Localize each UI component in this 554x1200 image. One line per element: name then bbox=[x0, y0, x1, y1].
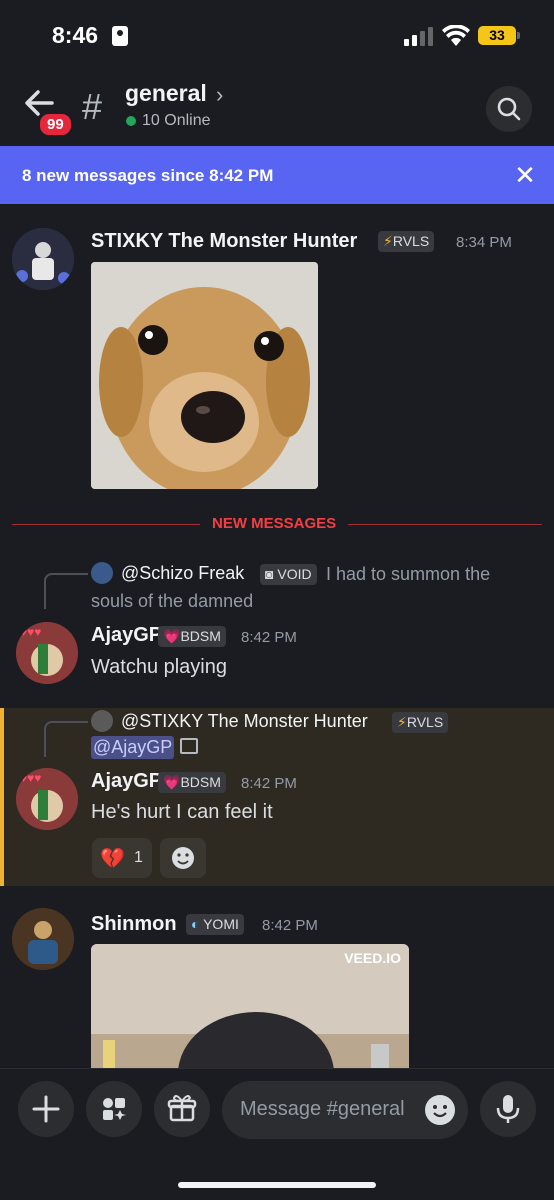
lightning-icon: ⚡ bbox=[397, 714, 407, 730]
video-attachment[interactable]: VEED.IO bbox=[91, 944, 409, 1068]
smiley-icon bbox=[172, 847, 194, 869]
status-bar: 8:46 33 bbox=[0, 0, 554, 70]
avatar[interactable] bbox=[12, 228, 74, 290]
gift-icon bbox=[167, 1095, 197, 1122]
message-timestamp: 8:42 PM bbox=[262, 917, 318, 934]
role-tag: ⚡RVLS bbox=[378, 231, 435, 252]
reply-preview[interactable]: I had to summon the bbox=[326, 564, 490, 585]
image-icon bbox=[180, 738, 198, 754]
message-input-placeholder: Message #general bbox=[240, 1098, 405, 1120]
wifi-icon bbox=[442, 25, 470, 46]
avatar[interactable]: ♥♥♥ bbox=[16, 768, 78, 830]
reaction-broken-heart[interactable]: 💔 1 bbox=[92, 838, 152, 878]
add-reaction-button[interactable] bbox=[160, 838, 206, 878]
role-icon: ◙ bbox=[265, 566, 278, 582]
heart-icon: 💗 bbox=[163, 628, 181, 644]
role-tag: 💗BDSM bbox=[158, 626, 226, 647]
apps-button[interactable] bbox=[86, 1081, 142, 1137]
message-timestamp: 8:34 PM bbox=[456, 234, 512, 251]
moon-icon: ◐ bbox=[191, 916, 204, 932]
reply-avatar bbox=[91, 562, 113, 584]
lightning-icon: ⚡ bbox=[383, 233, 393, 249]
composer-bar: Message #general bbox=[0, 1068, 554, 1200]
mention-pill[interactable]: @AjayGP bbox=[91, 736, 175, 759]
home-indicator bbox=[178, 1182, 376, 1188]
reply-author[interactable]: @STIXKY The Monster Hunter bbox=[121, 711, 368, 732]
role-tag: 💗BDSM bbox=[158, 772, 226, 793]
plus-icon bbox=[32, 1095, 60, 1123]
cellular-signal-icon bbox=[404, 26, 434, 46]
voice-message-button[interactable] bbox=[480, 1081, 536, 1137]
reply-preview-continued[interactable]: souls of the damned bbox=[91, 591, 253, 612]
search-button[interactable] bbox=[486, 86, 532, 132]
close-icon[interactable]: ✕ bbox=[510, 160, 540, 190]
svg-text:♥♥♥: ♥♥♥ bbox=[20, 625, 41, 639]
search-icon bbox=[497, 97, 521, 121]
microphone-icon bbox=[496, 1095, 520, 1123]
video-watermark: VEED.IO bbox=[344, 950, 401, 966]
avatar[interactable] bbox=[12, 908, 74, 970]
message-content: Watchu playing bbox=[91, 656, 227, 678]
unread-badge: 99 bbox=[38, 112, 73, 137]
message-content: He's hurt I can feel it bbox=[91, 801, 273, 823]
gift-button[interactable] bbox=[154, 1081, 210, 1137]
message-timestamp: 8:42 PM bbox=[241, 629, 297, 646]
contact-card-icon bbox=[112, 26, 128, 46]
reply-connector bbox=[44, 721, 88, 757]
puppy-image[interactable] bbox=[91, 262, 318, 489]
reply-role-tag: ⚡RVLS bbox=[392, 712, 449, 733]
role-tag: ◐ YOMI bbox=[186, 914, 244, 935]
online-count: 10 Online bbox=[142, 112, 211, 129]
heart-icon: 💗 bbox=[163, 774, 181, 790]
message-author[interactable]: AjayGP bbox=[91, 624, 162, 647]
new-messages-banner[interactable]: 8 new messages since 8:42 PM ✕ bbox=[0, 146, 554, 204]
message-author[interactable]: Shinmon bbox=[91, 913, 177, 936]
new-messages-label: NEW MESSAGES bbox=[200, 515, 349, 532]
channel-header: 99 # general › 10 Online bbox=[0, 72, 554, 146]
emoji-icon[interactable] bbox=[424, 1094, 456, 1126]
reply-avatar bbox=[91, 710, 113, 732]
broken-heart-icon: 💔 bbox=[100, 848, 125, 870]
chevron-right-icon[interactable]: › bbox=[216, 82, 223, 108]
reply-author[interactable]: @Schizo Freak bbox=[121, 563, 244, 584]
apps-icon bbox=[103, 1098, 126, 1120]
new-messages-text: 8 new messages since 8:42 PM bbox=[22, 166, 274, 185]
status-time: 8:46 bbox=[52, 22, 99, 48]
message-author[interactable]: AjayGP bbox=[91, 770, 162, 793]
message-author[interactable]: STIXKY The Monster Hunter bbox=[91, 230, 357, 253]
channel-hash-icon: # bbox=[82, 86, 103, 127]
add-attachment-button[interactable] bbox=[18, 1081, 74, 1137]
message-input[interactable]: Message #general bbox=[222, 1081, 468, 1139]
battery-icon: 33 bbox=[478, 26, 520, 45]
reply-connector bbox=[44, 573, 88, 609]
channel-title[interactable]: general bbox=[125, 80, 207, 107]
avatar[interactable]: ♥♥♥ bbox=[16, 622, 78, 684]
reply-role-tag: ◙ VOID bbox=[260, 564, 317, 585]
message-timestamp: 8:42 PM bbox=[241, 775, 297, 792]
online-status-icon bbox=[126, 116, 136, 126]
